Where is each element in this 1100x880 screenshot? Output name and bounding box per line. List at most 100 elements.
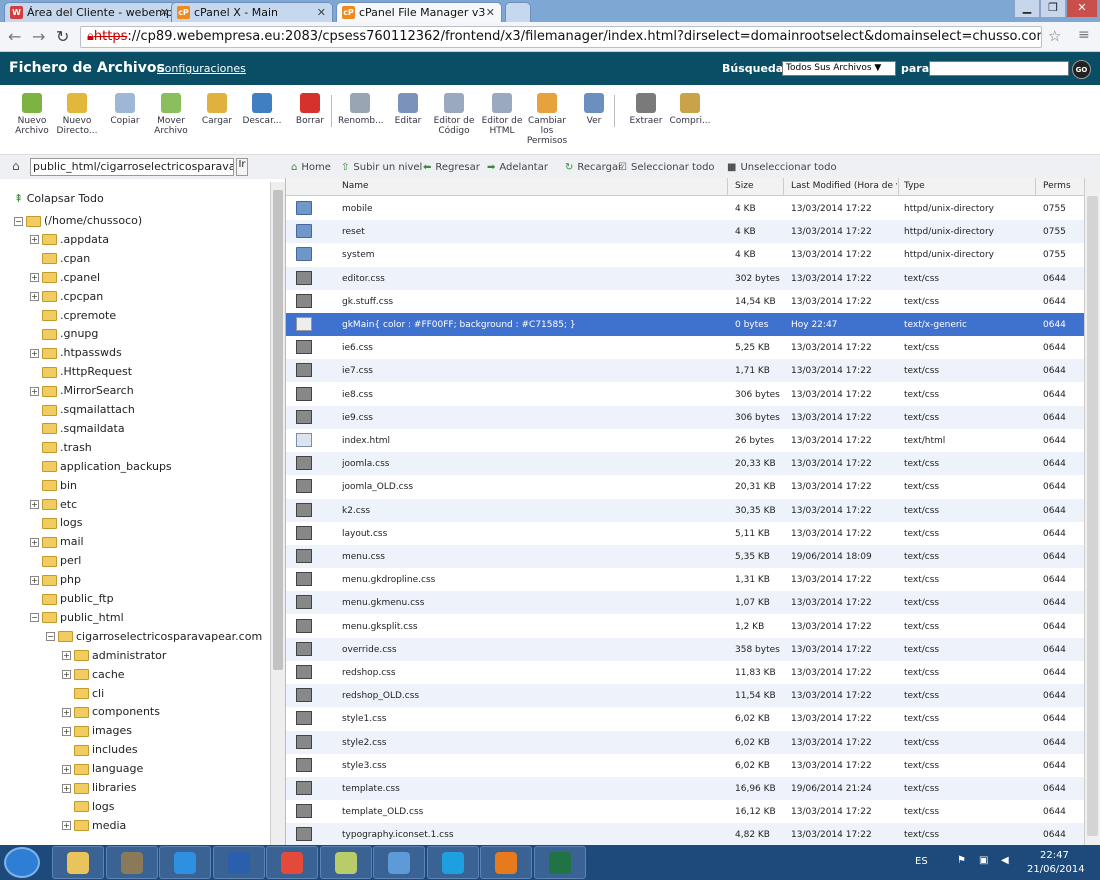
flag-icon[interactable]: ⚑ xyxy=(957,855,966,866)
tree-item[interactable]: cli xyxy=(62,687,104,705)
tree-item[interactable]: + .appdata xyxy=(30,233,109,251)
tree-item[interactable]: .trash xyxy=(30,441,92,459)
taskbar-firefox[interactable] xyxy=(480,846,532,879)
settings-link[interactable]: Configuraciones xyxy=(157,62,246,75)
url-input[interactable]: 🔒︎https://cp89.webempresa.eu:2083/cpsess… xyxy=(80,26,1042,48)
menu-icon[interactable]: ≡ xyxy=(1078,27,1090,43)
expand-icon[interactable]: + xyxy=(62,707,71,717)
up-level-action[interactable]: ⇧ Subir un nivel xyxy=(341,162,422,173)
new-tab-button[interactable] xyxy=(505,2,531,22)
file-row[interactable]: style3.css 6,02 KB 13/03/2014 17:22 text/cs… xyxy=(286,754,1084,777)
taskbar-notes[interactable] xyxy=(319,846,372,879)
file-list-scrollbar[interactable] xyxy=(1084,178,1100,845)
edit-button[interactable]: Editar xyxy=(386,93,430,126)
tree-item[interactable]: .gnupg xyxy=(30,327,98,345)
tree-item[interactable]: .sqmaildata xyxy=(30,422,125,440)
tree-item[interactable]: application_backups xyxy=(30,460,172,478)
expand-icon[interactable]: + xyxy=(62,670,71,680)
start-button[interactable] xyxy=(4,847,40,878)
file-row[interactable]: template.css 16,96 KB 19/06/2014 21:24 text… xyxy=(286,777,1084,800)
expand-icon[interactable]: + xyxy=(30,386,39,396)
taskbar-skype[interactable] xyxy=(426,846,479,879)
permissions-button[interactable]: Cambiar los Permisos xyxy=(525,93,569,146)
file-row[interactable]: ie9.css 306 bytes 13/03/2014 17:22 text/css… xyxy=(286,405,1084,429)
path-go-button[interactable]: Ir xyxy=(236,158,248,176)
taskbar-people[interactable] xyxy=(373,846,425,879)
file-row[interactable]: style2.css 6,02 KB 13/03/2014 17:22 text/cs… xyxy=(286,730,1084,754)
new-folder-button[interactable]: Nuevo Directo... xyxy=(55,93,99,136)
expand-icon[interactable]: + xyxy=(30,292,39,302)
expand-icon[interactable]: + xyxy=(30,537,39,547)
expand-icon[interactable]: + xyxy=(62,651,71,661)
back-action[interactable]: ⬅ Regresar xyxy=(423,162,480,173)
tree-item[interactable]: logs xyxy=(62,800,115,818)
close-tab-icon[interactable]: ✕ xyxy=(160,6,169,19)
tree-item[interactable]: + .htpasswds xyxy=(30,346,122,364)
file-row[interactable]: reset 4 KB 13/03/2014 17:22 httpd/unix-dire… xyxy=(286,220,1084,244)
new-file-button[interactable]: Nuevo Archivo xyxy=(10,93,54,136)
collapse-all-link[interactable]: ⇞ Colapsar Todo xyxy=(14,192,104,210)
file-row[interactable]: menu.gkdropline.css 1,31 KB 13/03/2014 17:… xyxy=(286,568,1084,591)
select-all-action[interactable]: ☑ Seleccionar todo xyxy=(618,162,715,173)
tree-item[interactable]: + etc xyxy=(30,498,77,516)
search-input[interactable] xyxy=(929,61,1069,76)
collapse-node-icon[interactable]: − xyxy=(30,613,39,623)
volume-icon[interactable]: ◀ xyxy=(1001,855,1009,866)
unselect-all-action[interactable]: ■ Unseleccionar todo xyxy=(727,162,837,173)
taskbar-gimp[interactable] xyxy=(105,846,158,879)
file-list-scrollbar-thumb[interactable] xyxy=(1087,196,1098,836)
expand-icon[interactable]: + xyxy=(62,764,71,774)
forward-arrow-icon[interactable]: → xyxy=(32,27,45,46)
tree-item[interactable]: + .cpanel xyxy=(30,271,100,289)
file-row[interactable]: joomla_OLD.css 20,31 KB 13/03/2014 17:22 te… xyxy=(286,475,1084,498)
column-divider[interactable] xyxy=(727,178,728,196)
copy-button[interactable]: Copiar xyxy=(103,93,147,126)
column-divider[interactable] xyxy=(783,178,784,196)
forward-action[interactable]: ➡ Adelantar xyxy=(487,162,548,173)
file-row[interactable]: gk.stuff.css 14,54 KB 13/03/2014 17:22 text… xyxy=(286,290,1084,313)
expand-icon[interactable]: + xyxy=(30,575,39,585)
file-row[interactable]: template_OLD.css 16,12 KB 13/03/2014 17:22… xyxy=(286,800,1084,823)
close-tab-icon[interactable]: ✕ xyxy=(486,6,495,19)
file-row[interactable]: style1.css 6,02 KB 13/03/2014 17:22 text/cs… xyxy=(286,707,1084,730)
expand-icon[interactable]: + xyxy=(62,726,71,736)
file-row[interactable]: menu.gkmenu.css 1,07 KB 13/03/2014 17:22 te… xyxy=(286,591,1084,615)
collapse-node-icon[interactable]: − xyxy=(46,632,55,642)
clock-date[interactable]: 21/06/2014 xyxy=(1027,864,1085,875)
expand-icon[interactable]: + xyxy=(30,500,39,509)
expand-icon[interactable]: + xyxy=(30,348,39,358)
search-scope-select[interactable]: Todos Sus Archivos ▼ xyxy=(782,61,896,76)
tree-item[interactable]: public_ftp xyxy=(30,592,114,610)
column-header-size[interactable]: Size xyxy=(735,181,753,191)
browser-tab-area-cliente[interactable]: W Área del Cliente - webemp ✕ xyxy=(4,2,176,22)
rename-button[interactable]: Renomb... xyxy=(338,93,384,126)
path-input[interactable]: public_html/cigarroselectricosparavapea xyxy=(30,158,234,176)
column-header-type[interactable]: Type xyxy=(904,181,925,191)
file-row[interactable]: layout.css 5,11 KB 13/03/2014 17:22 text/cs… xyxy=(286,522,1084,545)
file-row[interactable]: redshop.css 11,83 KB 13/03/2014 17:22 text/… xyxy=(286,661,1084,684)
file-row[interactable]: override.css 358 bytes 13/03/2014 17:22 tex… xyxy=(286,637,1084,661)
tree-item[interactable]: + cache xyxy=(62,668,125,686)
extract-button[interactable]: Extraer xyxy=(624,93,668,126)
column-header-name[interactable]: Name xyxy=(342,181,369,191)
file-row[interactable]: k2.css 30,35 KB 13/03/2014 17:22 text/css 06… xyxy=(286,498,1084,522)
back-arrow-icon[interactable]: ← xyxy=(8,27,21,46)
move-button[interactable]: Mover Archivo xyxy=(149,93,193,136)
tree-item[interactable]: perl xyxy=(30,554,81,572)
file-row[interactable]: system 4 KB 13/03/2014 17:22 httpd/unix-dir… xyxy=(286,243,1084,266)
file-row[interactable]: mobile 4 KB 13/03/2014 17:22 httpd/unix-dir… xyxy=(286,197,1084,220)
expand-icon[interactable]: + xyxy=(30,235,39,245)
browser-tab-cpanel-main[interactable]: cP cPanel X - Main ✕ xyxy=(171,2,333,22)
tree-scrollbar-thumb[interactable] xyxy=(273,190,283,670)
delete-button[interactable]: Borrar xyxy=(288,93,332,126)
tree-item[interactable]: bin xyxy=(30,479,77,497)
view-button[interactable]: Ver xyxy=(572,93,616,126)
expand-icon[interactable]: + xyxy=(30,273,39,283)
html-editor-button[interactable]: Editor de HTML xyxy=(480,93,524,136)
file-row[interactable]: ie6.css 5,25 KB 13/03/2014 17:22 text/css 06… xyxy=(286,336,1084,359)
tree-item[interactable]: .cpremote xyxy=(30,309,116,327)
clock-time[interactable]: 22:47 xyxy=(1040,850,1069,861)
file-row[interactable]: ie7.css 1,71 KB 13/03/2014 17:22 text/css 06… xyxy=(286,359,1084,383)
minimize-window-button[interactable]: ▁ xyxy=(1014,0,1040,18)
column-divider[interactable] xyxy=(1035,178,1036,196)
